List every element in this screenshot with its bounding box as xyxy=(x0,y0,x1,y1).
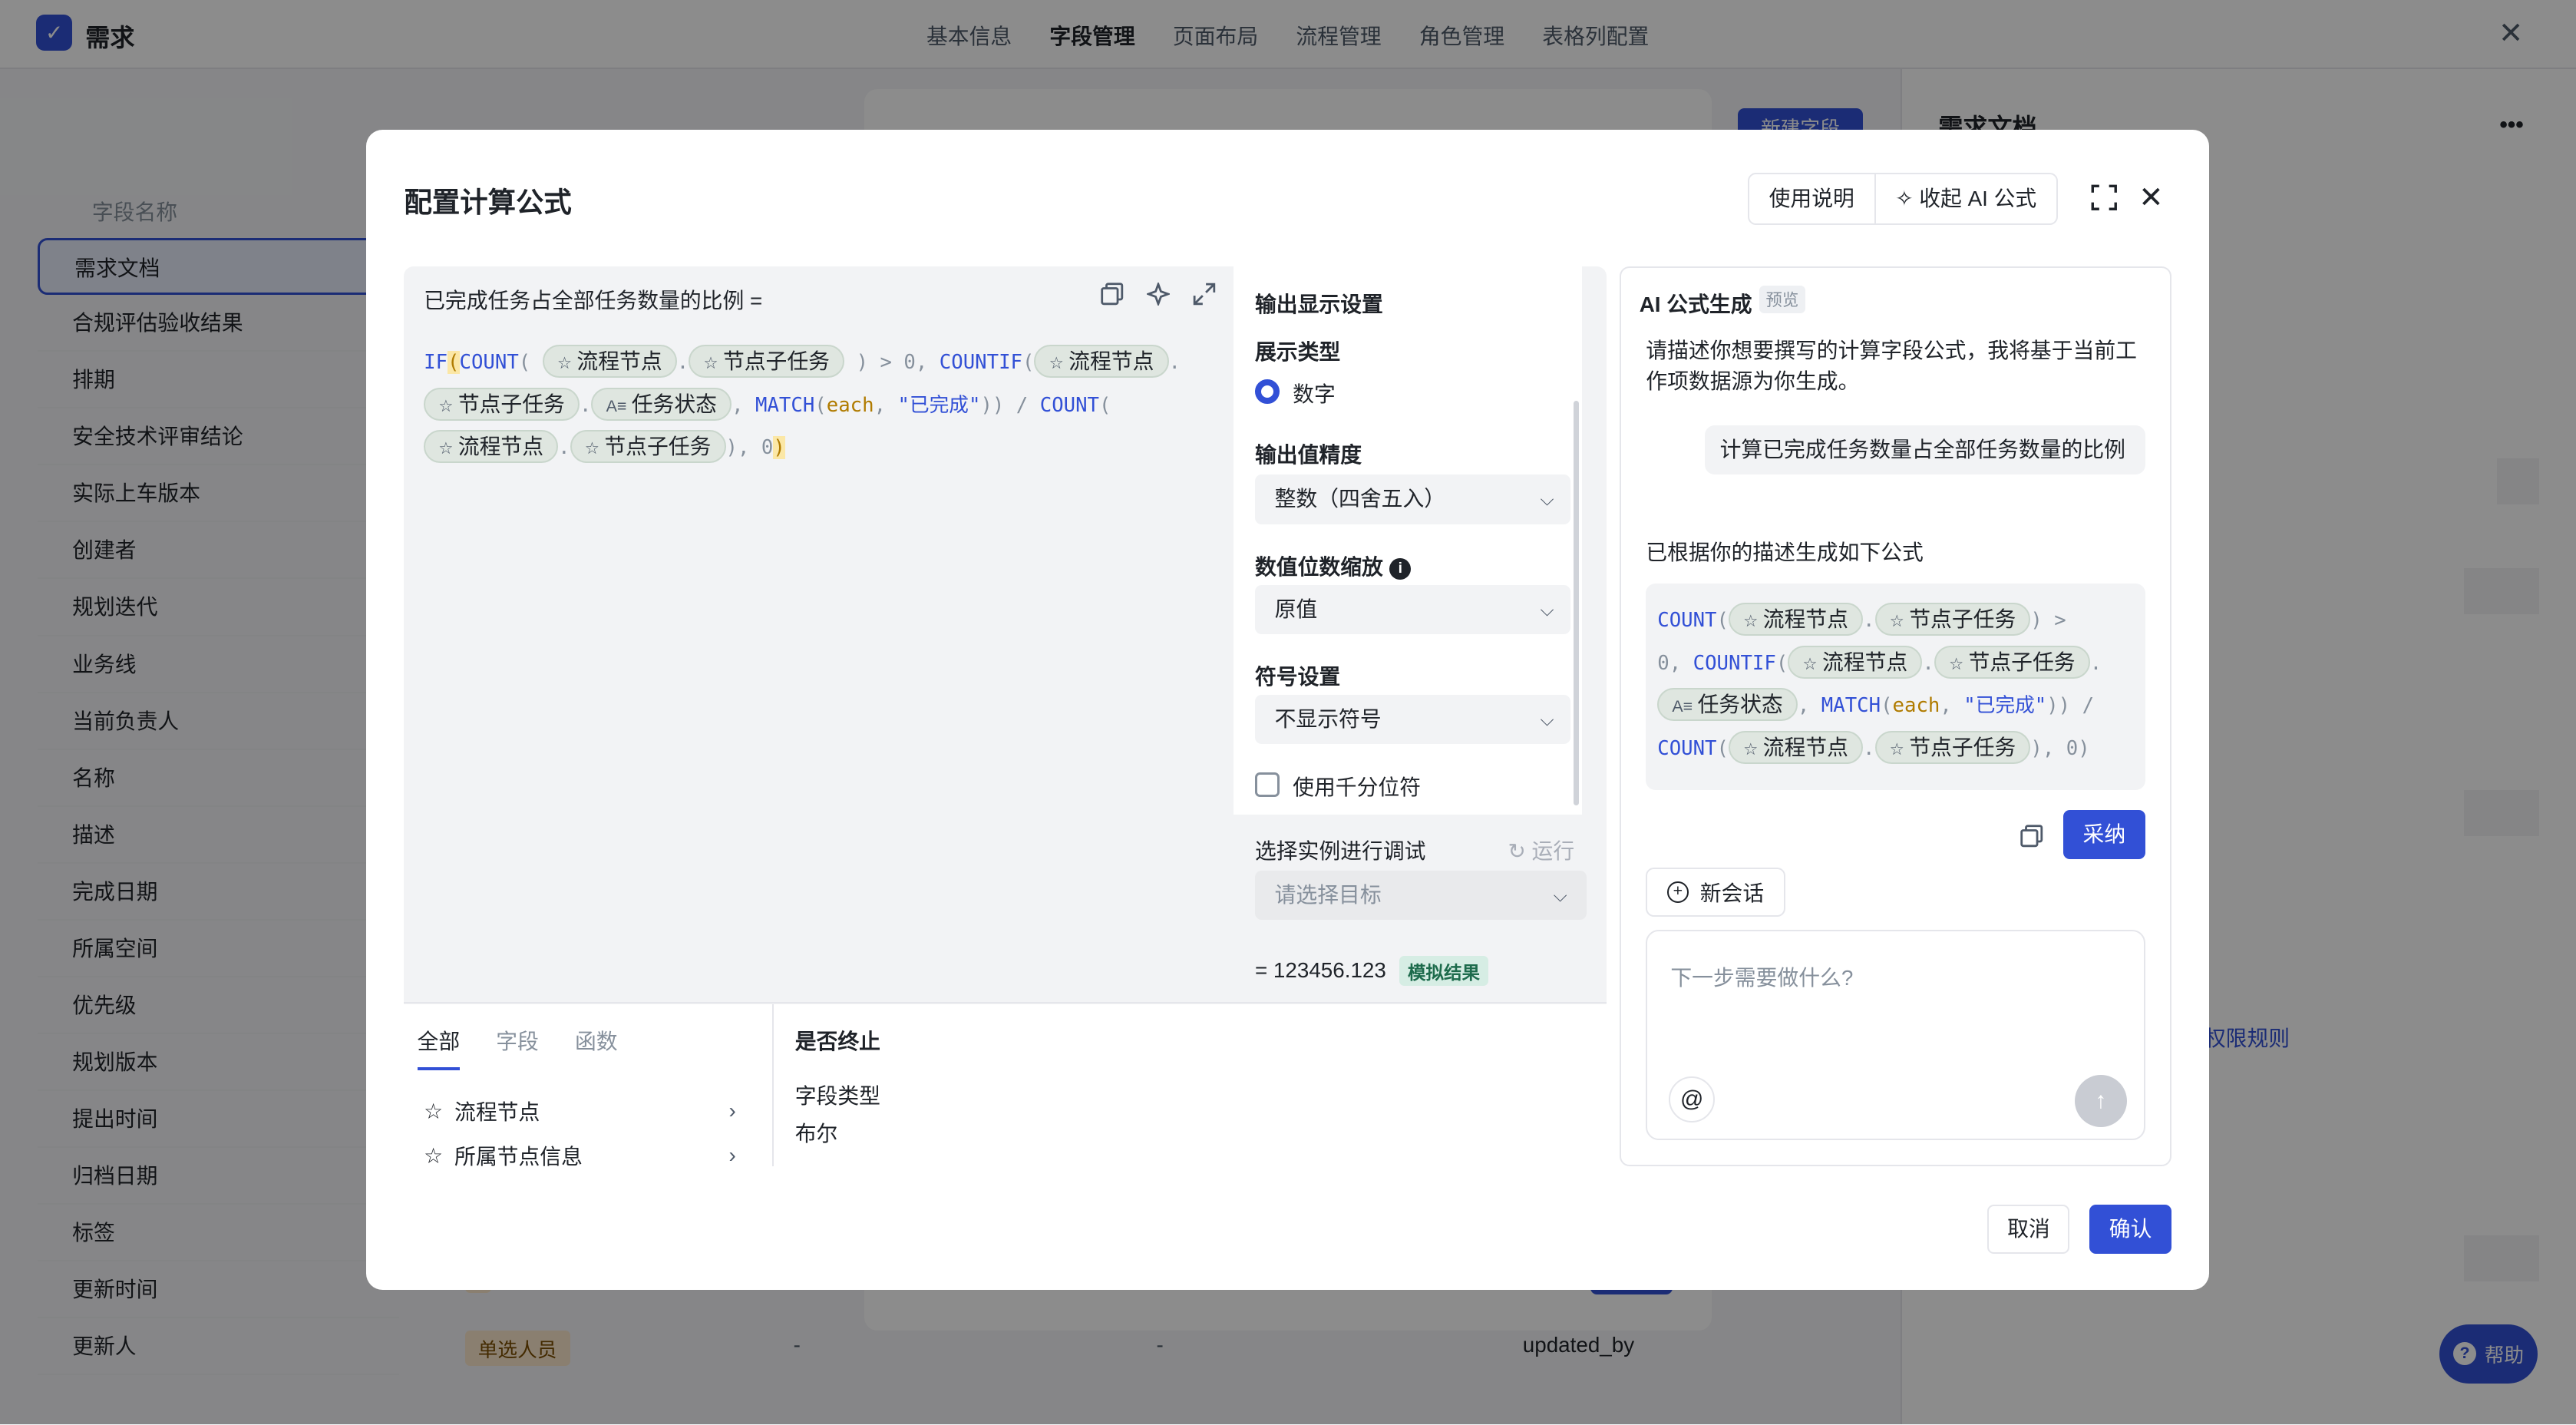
new-chat-button[interactable]: + 新会话 xyxy=(1646,867,1786,917)
symbol-select[interactable]: 不显示符号 ⌵ xyxy=(1254,695,1570,745)
modal-close-icon[interactable]: ✕ xyxy=(2138,180,2163,215)
tab-functions[interactable]: 函数 xyxy=(575,1025,618,1070)
collapse-ai-label: 收起 AI 公式 xyxy=(1919,186,2037,210)
refresh-icon: ↻ xyxy=(1508,839,1532,864)
field-group-item[interactable]: ☆ 流程节点 › xyxy=(424,1096,736,1126)
field-chip: ☆ 流程节点 xyxy=(424,430,559,464)
symbol-label: 符号设置 xyxy=(1254,665,1341,689)
chevron-down-icon: ⌵ xyxy=(1540,489,1554,510)
mention-button[interactable]: @ xyxy=(1669,1076,1716,1122)
ai-panel-title: AI 公式生成 xyxy=(1639,292,1752,316)
adopt-button[interactable]: 采纳 xyxy=(2062,810,2145,860)
chevron-right-icon: › xyxy=(728,1145,736,1167)
field-browser-tabs: 全部 字段 函数 xyxy=(417,1025,618,1071)
sparkle-icon: ✧ xyxy=(1895,186,1920,210)
copy-icon[interactable] xyxy=(2020,825,2043,848)
field-chip: ☆ 节点子任务 xyxy=(689,345,845,378)
user-message: 计算已完成任务数量占全部任务数量的比例 xyxy=(1705,425,2145,475)
field-detail-title: 是否终止 xyxy=(794,1030,880,1054)
star-icon: ☆ xyxy=(424,1145,444,1167)
field-type-label: 字段类型 xyxy=(794,1083,880,1108)
thousands-checkbox[interactable] xyxy=(1254,772,1280,797)
number-radio-label: 数字 xyxy=(1293,382,1336,407)
field-chip: ☆ 节点子任务 xyxy=(570,430,726,464)
ai-description: 请描述你想要撰写的计算字段公式，我将基于当前工作项数据源为你生成。 xyxy=(1646,338,2137,394)
field-chip: ☆ 流程节点 xyxy=(1034,345,1169,378)
send-button[interactable]: ↑ xyxy=(2074,1074,2128,1128)
field-type-value: 布尔 xyxy=(794,1122,838,1146)
formula-name: 已完成任务占全部任务数量的比例 = xyxy=(424,289,763,313)
fullscreen-icon[interactable] xyxy=(2089,183,2119,213)
confirm-button[interactable]: 确认 xyxy=(2089,1204,2172,1254)
copy-icon[interactable] xyxy=(1101,283,1124,306)
field-chip: ☆ 流程节点 xyxy=(542,345,677,378)
ai-reply-text: 已根据你的描述生成如下公式 xyxy=(1646,540,1924,564)
collapse-ai-button[interactable]: ✧ 收起 AI 公式 xyxy=(1874,174,2056,224)
chevron-down-icon: ⌵ xyxy=(1540,599,1554,620)
usage-button[interactable]: 使用说明 xyxy=(1749,174,1874,223)
ai-sparkle-icon[interactable] xyxy=(1146,283,1170,306)
display-type-label: 展示类型 xyxy=(1254,339,1341,364)
simulated-result-tag: 模拟结果 xyxy=(1399,956,1488,986)
precision-select[interactable]: 整数（四舍五入） ⌵ xyxy=(1254,474,1570,524)
debug-target-select[interactable]: 请选择目标 ⌵ xyxy=(1254,871,1587,921)
plus-icon: + xyxy=(1666,881,1689,903)
precision-label: 输出值精度 xyxy=(1254,443,1362,468)
formula-code[interactable]: IF(COUNT( ☆ 流程节点. ☆ 节点子任务 ) > 0, COUNTIF(☆ 流… xyxy=(424,342,1212,470)
chat-input-placeholder[interactable]: 下一步需要做什么? xyxy=(1670,961,1853,992)
field-chip: ☆ 节点子任务 xyxy=(424,387,580,421)
cancel-button[interactable]: 取消 xyxy=(1987,1204,2070,1254)
preview-badge: 预览 xyxy=(1759,286,1805,313)
chevron-right-icon: › xyxy=(728,1099,736,1123)
modal-title: 配置计算公式 xyxy=(404,187,572,219)
editor-toolbar xyxy=(1101,283,1216,306)
tab-fields[interactable]: 字段 xyxy=(496,1025,539,1070)
scale-label: 数值位数缩放 i xyxy=(1255,550,1412,581)
info-icon[interactable]: i xyxy=(1389,557,1412,580)
chevron-down-icon: ⌵ xyxy=(1553,885,1567,906)
arrow-up-icon: ↑ xyxy=(2095,1087,2107,1113)
ai-generated-formula: COUNT(☆ 流程节点. ☆ 节点子任务) > 0, COUNTIF(☆ 流程节点. ☆… xyxy=(1646,583,2145,791)
tab-all[interactable]: 全部 xyxy=(417,1025,461,1071)
chevron-down-icon: ⌵ xyxy=(1540,709,1554,730)
settings-scrollbar[interactable] xyxy=(1574,401,1579,805)
debug-label: 选择实例进行调试 xyxy=(1254,839,1426,864)
expand-editor-icon[interactable] xyxy=(1193,283,1216,306)
field-chip: A≡ 任务状态 xyxy=(591,387,732,421)
field-group-item[interactable]: ☆ 所属节点信息 › xyxy=(424,1146,736,1167)
scale-select[interactable]: 原值 ⌵ xyxy=(1254,584,1570,635)
header-button-group: 使用说明 ✧ 收起 AI 公式 xyxy=(1747,172,2058,226)
thousands-label: 使用千分位符 xyxy=(1293,775,1422,799)
settings-title: 输出显示设置 xyxy=(1254,292,1383,316)
star-icon: ☆ xyxy=(424,1099,444,1123)
field-detail xyxy=(773,1003,1607,1167)
run-button[interactable]: ↻ 运行 xyxy=(1508,835,1575,865)
simulated-result: = 123456.123 xyxy=(1254,957,1386,982)
